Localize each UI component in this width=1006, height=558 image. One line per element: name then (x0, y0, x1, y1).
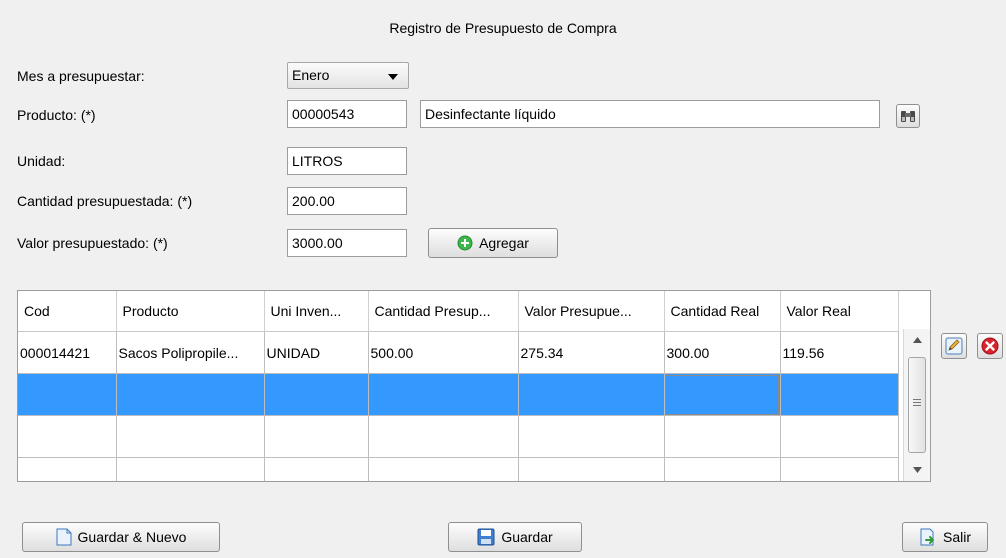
guardar-label: Guardar (501, 529, 553, 545)
mes-select[interactable]: Enero (287, 62, 409, 89)
table-cell[interactable]: 275.34 (518, 331, 665, 374)
table-cell[interactable] (518, 373, 665, 416)
table-cell[interactable] (518, 415, 665, 458)
scroll-up-icon[interactable] (913, 337, 922, 343)
edit-icon (945, 337, 963, 355)
table-cell[interactable]: 500.00 (368, 331, 519, 374)
scrollbar-thumb[interactable] (908, 357, 926, 453)
budget-table[interactable]: Cod Producto Uni Inven... Cantidad Presu… (17, 290, 931, 482)
guardar-nuevo-button[interactable]: Guardar & Nuevo (22, 522, 220, 552)
delete-icon (981, 337, 999, 355)
table-cell[interactable]: 000014421 (18, 331, 117, 374)
valor-input[interactable]: 3000.00 (287, 229, 407, 257)
producto-label: Producto: (*) (17, 107, 96, 123)
add-icon (457, 235, 473, 251)
unidad-input[interactable]: LITROS (287, 147, 407, 175)
delete-row-button[interactable] (977, 333, 1003, 359)
column-header-valor-real[interactable]: Valor Real (780, 291, 899, 332)
table-cell-focused[interactable] (664, 373, 781, 416)
table-cell[interactable]: 300.00 (664, 331, 781, 374)
table-cell[interactable] (116, 415, 265, 458)
cantidad-input[interactable]: 200.00 (287, 187, 407, 215)
chevron-down-icon (388, 74, 398, 80)
table-cell[interactable] (18, 415, 117, 458)
table-scrollbar[interactable] (903, 329, 930, 481)
column-header-unidad[interactable]: Uni Inven... (264, 291, 369, 332)
column-header-cod[interactable]: Cod (18, 291, 117, 332)
table-row-selected[interactable] (18, 373, 899, 416)
table-cell[interactable] (780, 415, 899, 458)
table-cell[interactable]: UNIDAD (264, 331, 369, 374)
scroll-down-icon[interactable] (913, 467, 922, 473)
table-cell[interactable]: Sacos Polipropile... (116, 331, 265, 374)
table-cell[interactable] (368, 457, 519, 481)
table-row[interactable] (18, 457, 899, 481)
table-cell[interactable] (780, 457, 899, 481)
agregar-label: Agregar (479, 235, 529, 251)
table-cell[interactable] (264, 457, 369, 481)
budget-table-grid: Cod Producto Uni Inven... Cantidad Presu… (18, 291, 899, 481)
save-icon (477, 528, 495, 546)
table-cell[interactable] (518, 457, 665, 481)
column-header-cantidad-presupuestada[interactable]: Cantidad Presup... (368, 291, 519, 332)
column-header-valor-presupuestado[interactable]: Valor Presupue... (518, 291, 665, 332)
column-header-cantidad-real[interactable]: Cantidad Real (664, 291, 781, 332)
edit-row-button[interactable] (941, 333, 967, 359)
producto-code-input[interactable]: 00000543 (287, 100, 407, 128)
table-cell[interactable] (664, 415, 781, 458)
table-cell[interactable] (264, 373, 369, 416)
window-title: Registro de Presupuesto de Compra (389, 20, 617, 36)
guardar-button[interactable]: Guardar (448, 522, 582, 552)
table-cell[interactable] (368, 415, 519, 458)
exit-icon (920, 528, 934, 546)
salir-button[interactable]: Salir (902, 522, 988, 552)
table-cell[interactable] (18, 373, 117, 416)
valor-label: Valor presupuestado: (*) (17, 235, 168, 251)
search-product-button[interactable] (896, 104, 920, 128)
table-cell[interactable] (18, 457, 117, 481)
unidad-label: Unidad: (17, 153, 66, 169)
grip-icon (913, 399, 921, 406)
table-cell[interactable]: 119.56 (780, 331, 899, 374)
agregar-button[interactable]: Agregar (428, 228, 558, 258)
table-cell[interactable] (116, 373, 265, 416)
cantidad-label: Cantidad presupuestada: (*) (17, 193, 193, 209)
column-header-producto[interactable]: Producto (116, 291, 265, 332)
table-cell[interactable] (664, 457, 781, 481)
table-cell[interactable] (780, 373, 899, 416)
table-cell[interactable] (116, 457, 265, 481)
document-icon (56, 528, 72, 546)
table-cell[interactable] (368, 373, 519, 416)
mes-label: Mes a presupuestar: (17, 68, 145, 84)
table-row[interactable] (18, 415, 899, 458)
table-row[interactable]: 000014421 Sacos Polipropile... UNIDAD 50… (18, 331, 899, 374)
binoculars-icon (901, 111, 915, 122)
mes-select-value: Enero (292, 67, 330, 83)
guardar-nuevo-label: Guardar & Nuevo (77, 529, 187, 545)
producto-name-input[interactable]: Desinfectante líquido (420, 100, 880, 128)
table-cell[interactable] (264, 415, 369, 458)
salir-label: Salir (942, 529, 971, 545)
